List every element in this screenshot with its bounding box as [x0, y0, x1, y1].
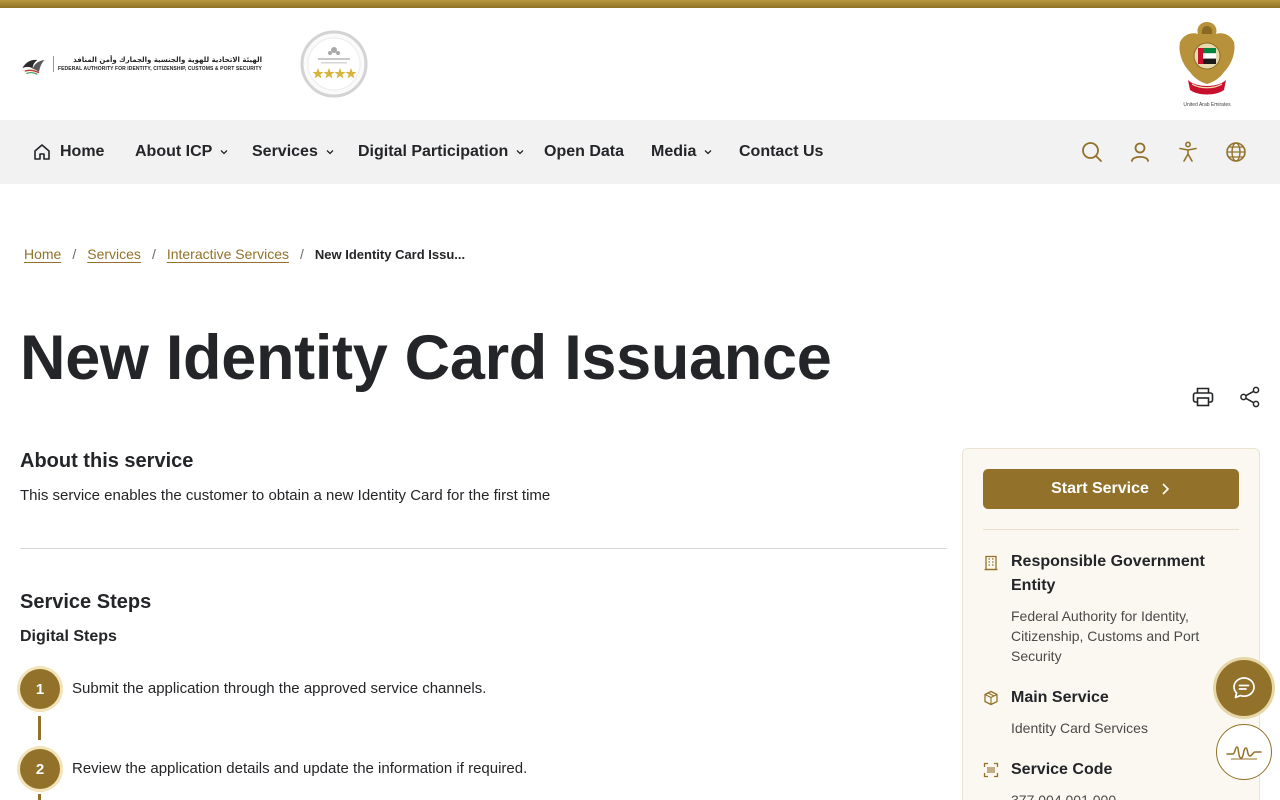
accessibility-icon: [1179, 141, 1197, 162]
nav-services[interactable]: Services: [252, 120, 335, 184]
step-text: Review the application details and updat…: [72, 760, 528, 777]
nav-services-label: Services: [252, 143, 318, 160]
step-connector-line: [38, 794, 41, 800]
start-service-button[interactable]: Start Service: [983, 469, 1239, 509]
nav-home[interactable]: Home: [32, 120, 104, 184]
chevron-down-icon: [704, 150, 712, 155]
user-icon: [1131, 142, 1149, 162]
step-text: Submit the application through the appro…: [72, 680, 487, 697]
breadcrumb-interactive-services-link[interactable]: Interactive Services: [167, 246, 289, 262]
building-icon: [984, 555, 998, 571]
main-service-label: Main Service: [1011, 689, 1109, 706]
emblem-caption: United Arab Emirates: [1183, 102, 1231, 108]
globe-icon: [1226, 142, 1246, 162]
nav-media[interactable]: Media: [651, 120, 713, 184]
chevron-down-icon: [326, 150, 334, 155]
sign-language-button[interactable]: [1216, 724, 1272, 780]
search-icon: [1082, 142, 1102, 162]
digital-steps-subheading: Digital Steps: [20, 628, 117, 645]
entity-label: Responsible Government Entity: [1011, 553, 1205, 594]
about-service-heading: About this service: [20, 450, 194, 472]
chevron-down-icon: [516, 150, 524, 155]
nav-contact-label: Contact Us: [739, 143, 824, 160]
share-button[interactable]: [1237, 384, 1263, 410]
service-code-label: Service Code: [1011, 761, 1113, 778]
nav-digital-label: Digital Participation: [358, 143, 509, 160]
main-navigation: Home About ICP Services Digital Particip…: [0, 120, 1280, 184]
chat-button[interactable]: [1216, 660, 1272, 716]
logo-english-text: FEDERAL AUTHORITY FOR IDENTITY, CITIZENS…: [57, 66, 262, 72]
breadcrumb-separator: /: [300, 246, 304, 262]
uae-falcon-emblem-icon: [1179, 22, 1235, 95]
signature-icon: [1226, 746, 1262, 760]
page-title: New Identity Card Issuance: [20, 323, 832, 393]
breadcrumb: Home / Services / Interactive Services /…: [24, 244, 465, 264]
breadcrumb-home-link[interactable]: Home: [24, 246, 61, 262]
step-number-badge: 1: [20, 669, 60, 709]
entity-value: Federal Authority for Identity, Citizens…: [1011, 608, 1200, 664]
nav-media-label: Media: [651, 143, 697, 160]
breadcrumb-current: New Identity Card Issu...: [314, 246, 466, 262]
nav-about-label: About ICP: [135, 143, 213, 160]
four-stars-rating-badge-icon: [300, 30, 368, 98]
nav-open-data[interactable]: Open Data: [544, 120, 624, 184]
nav-home-label: Home: [60, 143, 105, 160]
about-service-description: This service enables the customer to obt…: [20, 487, 551, 504]
home-icon: [34, 144, 50, 160]
top-accent-strip: [0, 0, 1280, 8]
chevron-down-icon: [220, 150, 228, 155]
printer-icon: [1192, 387, 1214, 407]
logo-arabic-text: الهيئة الاتحادية للهوية والجنسية والجمار…: [73, 56, 262, 64]
icp-logo[interactable]: الهيئة الاتحادية للهوية والجنسية والجمار…: [20, 46, 262, 82]
service-code-value: 377.004.001.000: [1011, 792, 1117, 800]
step-number-badge: 2: [20, 749, 60, 789]
language-button[interactable]: [1222, 138, 1250, 166]
chat-bubble-icon: [1233, 677, 1255, 699]
print-button[interactable]: [1190, 384, 1216, 410]
package-icon: [984, 690, 998, 706]
nav-about-icp[interactable]: About ICP: [135, 120, 229, 184]
start-service-label: Start Service: [1051, 480, 1149, 497]
nav-open-data-label: Open Data: [544, 143, 625, 160]
nav-digital-participation[interactable]: Digital Participation: [358, 120, 525, 184]
breadcrumb-separator: /: [72, 246, 77, 262]
search-button[interactable]: [1078, 138, 1106, 166]
accessibility-button[interactable]: [1174, 138, 1202, 166]
chevron-right-icon: [1162, 483, 1170, 495]
service-steps-heading: Service Steps: [20, 591, 152, 613]
step-connector-line: [38, 716, 41, 740]
user-account-button[interactable]: [1126, 138, 1154, 166]
nav-contact-us[interactable]: Contact Us: [739, 120, 823, 184]
main-service-value: Identity Card Services: [1011, 720, 1148, 736]
uae-emblem: United Arab Emirates: [1174, 18, 1240, 112]
panel-divider: [983, 529, 1239, 530]
breadcrumb-services-link[interactable]: Services: [87, 246, 141, 262]
share-icon: [1240, 386, 1260, 408]
breadcrumb-separator: /: [151, 246, 156, 262]
section-divider: [20, 548, 947, 549]
site-header: الهيئة الاتحادية للهوية والجنسية والجمار…: [0, 8, 1280, 120]
barcode-scan-icon: [983, 762, 999, 778]
falcon-logo-icon: [22, 59, 45, 75]
